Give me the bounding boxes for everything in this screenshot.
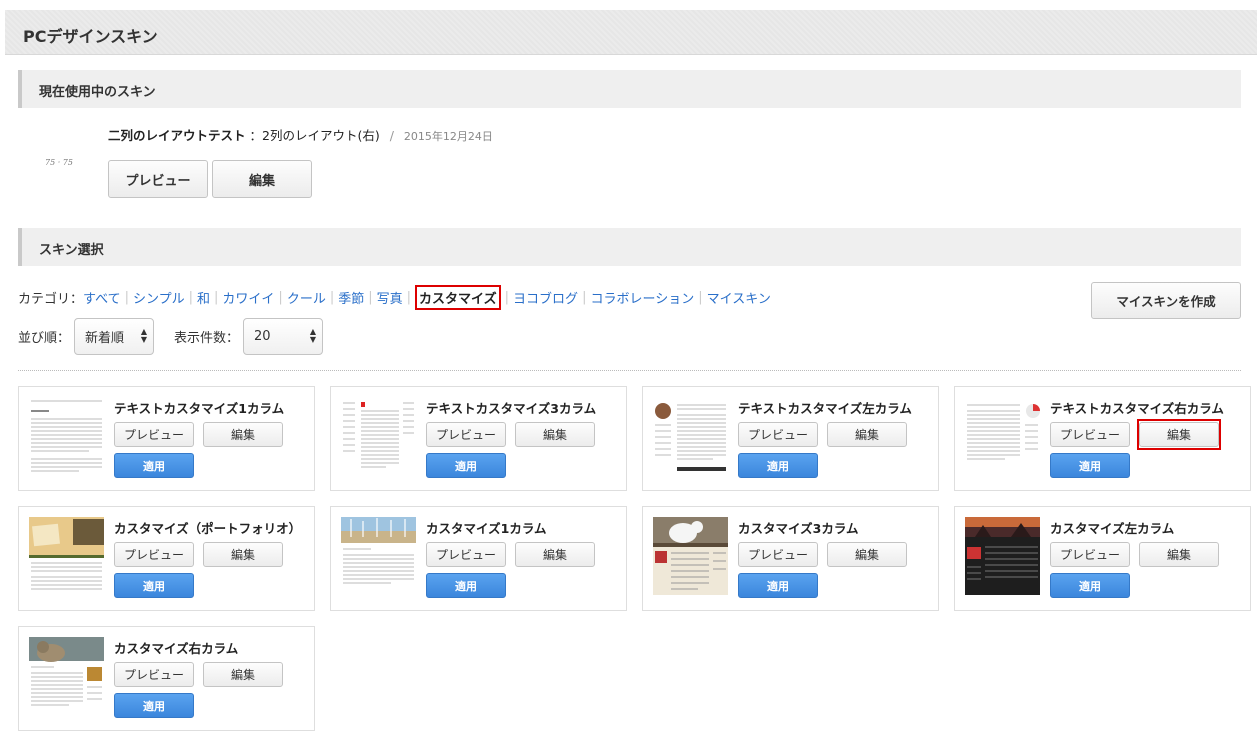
current-skin-info: 二列のレイアウトテスト ：2列のレイアウト(右) / 2015年12月24日 [108,125,493,144]
edit-button[interactable]: 編集 [203,422,283,447]
preview-button[interactable]: プレビュー [1050,422,1130,447]
sort-value: 新着順 [85,331,125,346]
preview-button[interactable]: プレビュー [114,542,194,567]
preview-button[interactable]: プレビュー [738,422,818,447]
category-cute[interactable]: カワイイ [222,288,274,307]
skin-thumbnail [653,397,728,475]
edit-button[interactable]: 編集 [827,542,907,567]
svg-text:75 · 75: 75 · 75 [45,158,73,167]
preview-button[interactable]: プレビュー [738,542,818,567]
category-collaboration[interactable]: コラボレーション [590,288,694,307]
skin-title: テキストカスタマイズ1カラム [114,401,285,416]
category-filter: カテゴリ： すべて | シンプル | 和 | カワイイ | クール | 季節 | 写真 | カ… [18,285,771,310]
edit-button[interactable]: 編集 [203,662,283,687]
current-skin-layout: ：2列のレイアウト(右) [249,128,380,143]
current-skin-thumbnail: 75 · 75 [28,132,98,192]
preview-button[interactable]: プレビュー [426,422,506,447]
preview-button[interactable]: プレビュー [114,422,194,447]
apply-button[interactable]: 適用 [738,573,818,598]
skin-select-header: スキン選択 [18,228,1241,266]
current-preview-button[interactable]: プレビュー [108,160,208,198]
skin-thumbnail [653,517,728,595]
skin-card: カスタマイズ1カラム プレビュー 編集 適用 [330,506,627,611]
skin-card: テキストカスタマイズ左カラム プレビュー 編集 適用 [642,386,939,491]
edit-button[interactable]: 編集 [515,542,595,567]
category-customize[interactable]: カスタマイズ [415,285,501,310]
apply-button[interactable]: 適用 [738,453,818,478]
count-select[interactable]: 20 ▲ ▼ [243,318,324,355]
count-label: 表示件数： [174,331,240,346]
edit-button[interactable]: 編集 [515,422,595,447]
category-simple[interactable]: シンプル [133,288,185,307]
skin-title: テキストカスタマイズ3カラム [426,401,597,416]
current-skin-name: 二列のレイアウトテスト [108,128,246,143]
edit-button[interactable]: 編集 [1139,422,1219,447]
category-yoko-blog[interactable]: ヨコブログ [513,288,578,307]
skin-card: テキストカスタマイズ右カラム プレビュー 編集 適用 [954,386,1251,491]
current-edit-button[interactable]: 編集 [212,160,312,198]
skin-card: カスタマイズ右カラム プレビュー 編集 適用 [18,626,315,731]
skin-title: カスタマイズ3カラム [738,521,859,536]
edit-button[interactable]: 編集 [1139,542,1219,567]
skin-card: カスタマイズ3カラム プレビュー 編集 適用 [642,506,939,611]
count-value: 20 [254,329,271,344]
page-title: PCデザインスキン [23,27,158,46]
skin-title: カスタマイズ右カラム [114,641,239,656]
skin-thumbnail [341,517,416,595]
skin-thumbnail [965,517,1040,595]
current-skin-header: 現在使用中のスキン [18,70,1241,108]
sort-label: 並び順： [18,331,71,346]
edit-button[interactable]: 編集 [203,542,283,567]
apply-button[interactable]: 適用 [114,573,194,598]
category-japanese[interactable]: 和 [197,288,210,307]
apply-button[interactable]: 適用 [426,453,506,478]
apply-button[interactable]: 適用 [114,693,194,718]
category-label: カテゴリ： [18,292,84,307]
category-cool[interactable]: クール [287,288,326,307]
apply-button[interactable]: 適用 [1050,573,1130,598]
skin-title: カスタマイズ（ポートフォリオ） [114,521,302,536]
sort-controls: 並び順： 新着順 ▲ ▼ 表示件数： 20 ▲ ▼ [18,318,324,355]
apply-button[interactable]: 適用 [114,453,194,478]
divider [18,370,1241,371]
current-skin-heading: 現在使用中のスキン [39,85,156,100]
preview-button[interactable]: プレビュー [114,662,194,687]
edit-button[interactable]: 編集 [827,422,907,447]
sort-select[interactable]: 新着順 ▲ ▼ [74,318,155,355]
skin-select-heading: スキン選択 [39,243,104,258]
skin-thumbnail [965,397,1040,475]
select-arrows-icon: ▲ ▼ [309,327,317,344]
apply-button[interactable]: 適用 [426,573,506,598]
category-my-skin[interactable]: マイスキン [707,288,771,307]
skin-title: カスタマイズ1カラム [426,521,547,536]
skin-card: テキストカスタマイズ3カラム プレビュー 編集 適用 [330,386,627,491]
skin-card: カスタマイズ（ポートフォリオ） プレビュー 編集 適用 [18,506,315,611]
page-header: PCデザインスキン [5,10,1257,55]
preview-button[interactable]: プレビュー [426,542,506,567]
preview-button[interactable]: プレビュー [1050,542,1130,567]
apply-button[interactable]: 適用 [1050,453,1130,478]
separator: / [389,128,394,143]
skin-title: テキストカスタマイズ右カラム [1050,401,1224,416]
skin-thumbnail [29,397,104,475]
category-all[interactable]: すべて [83,288,121,307]
skin-title: テキストカスタマイズ左カラム [738,401,912,416]
select-arrows-icon: ▲ ▼ [140,327,148,344]
skin-card: カスタマイズ左カラム プレビュー 編集 適用 [954,506,1251,611]
skin-thumbnail [341,397,416,475]
skin-thumbnail [29,637,104,715]
create-my-skin-button[interactable]: マイスキンを作成 [1091,282,1241,319]
category-season[interactable]: 季節 [338,288,364,307]
skin-card: テキストカスタマイズ1カラム プレビュー 編集 適用 [18,386,315,491]
category-photo[interactable]: 写真 [377,288,403,307]
current-skin-date: 2015年12月24日 [403,130,493,143]
skin-thumbnail [29,517,104,595]
skin-title: カスタマイズ左カラム [1050,521,1175,536]
